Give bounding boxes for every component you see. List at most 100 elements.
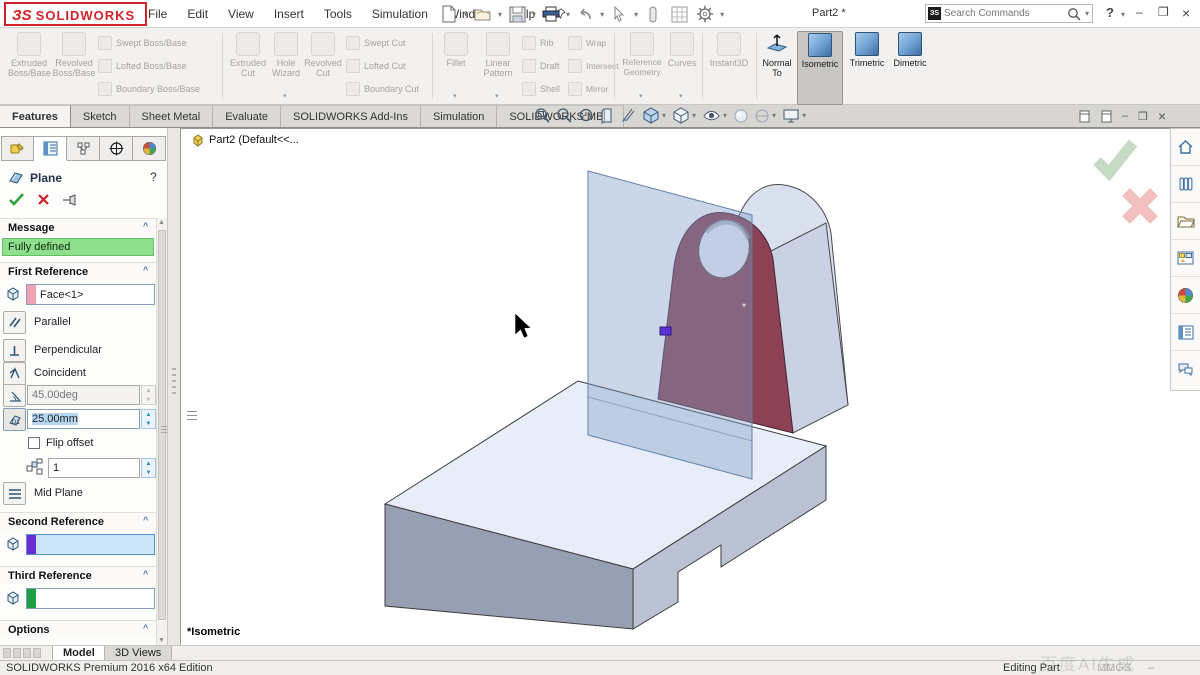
edit-appearance-icon[interactable] — [733, 108, 749, 124]
help-icon[interactable]: ? — [1106, 5, 1114, 20]
home-tab-icon[interactable] — [1171, 129, 1200, 166]
window-split-handle[interactable] — [13, 648, 21, 658]
reference-plane[interactable] — [588, 171, 752, 479]
rib-button[interactable]: Rib — [522, 32, 566, 54]
draft-button[interactable]: Draft — [522, 55, 566, 77]
cancel-button[interactable] — [37, 193, 50, 206]
window-restore-button[interactable]: ❐ — [1158, 5, 1169, 19]
sketch-entity-icon[interactable] — [641, 3, 665, 25]
apply-scene-icon[interactable]: ▾ — [754, 108, 777, 124]
view-dimetric-button[interactable]: Dimetric — [890, 31, 930, 103]
third-reference-selection-box[interactable] — [26, 588, 155, 609]
zoom-to-area-icon[interactable] — [556, 107, 573, 124]
search-input[interactable] — [944, 8, 1064, 19]
window-minimize-button[interactable]: – — [1136, 5, 1143, 19]
angle-button[interactable] — [3, 384, 26, 407]
previous-view-icon[interactable] — [578, 107, 595, 124]
lofted-boss-base-button[interactable]: Lofted Boss/Base — [98, 55, 220, 77]
panel-splitter[interactable] — [168, 128, 180, 645]
menu-file[interactable]: File — [138, 0, 177, 27]
options-header[interactable]: Options — [0, 620, 156, 638]
angle-field[interactable]: 45.00deg — [27, 385, 140, 405]
perpendicular-constraint-button[interactable] — [3, 339, 26, 362]
print-icon[interactable] — [539, 3, 563, 25]
collapse-first-ref-chevron[interactable]: ^ — [143, 265, 148, 275]
select-icon[interactable] — [607, 3, 631, 25]
search-scope-caret[interactable]: ▾ — [1085, 9, 1089, 18]
wrap-button[interactable]: Wrap — [568, 32, 612, 54]
solidworks-forum-icon[interactable] — [1171, 351, 1200, 388]
tab-sketch[interactable]: Sketch — [71, 105, 130, 127]
new-document-icon[interactable] — [437, 3, 461, 25]
collapse-options-chevron[interactable]: ^ — [143, 623, 148, 633]
collapse-second-ref-chevron[interactable]: ^ — [143, 515, 148, 525]
parallel-constraint-button[interactable] — [3, 311, 26, 334]
swept-boss-base-button[interactable]: Swept Boss/Base — [98, 32, 220, 54]
tab-sheet-metal[interactable]: Sheet Metal — [130, 105, 214, 127]
scroll-up-arrow[interactable]: ▲ — [158, 219, 165, 226]
3d-views-tab[interactable]: 3D Views — [104, 646, 172, 661]
help-caret[interactable]: ▾ — [1121, 10, 1125, 19]
boundary-cut-button[interactable]: Boundary Cut — [346, 78, 430, 100]
open-document-icon[interactable] — [471, 3, 495, 25]
instant3d-button[interactable]: Instant3D — [706, 31, 752, 103]
menu-tools[interactable]: Tools — [314, 0, 362, 27]
second-reference-header[interactable]: Second Reference — [0, 512, 156, 530]
collapse-third-ref-chevron[interactable]: ^ — [143, 569, 148, 579]
units-label[interactable]: MMGS — [1097, 662, 1131, 674]
doc-window-icon[interactable] — [1078, 110, 1090, 123]
window-close-button[interactable]: × — [1182, 5, 1190, 21]
dimxpert-manager-tab[interactable] — [100, 136, 133, 161]
swept-cut-button[interactable]: Swept Cut — [346, 32, 430, 54]
doc-minimize-button[interactable]: – — [1122, 110, 1128, 122]
search-magnifier-icon[interactable] — [1067, 7, 1081, 21]
coincident-constraint-button[interactable] — [3, 362, 26, 385]
first-reference-selection-box[interactable]: Face<1> — [26, 284, 155, 305]
keep-visible-pin-icon[interactable] — [62, 194, 78, 206]
appearances-scenes-icon[interactable] — [1171, 277, 1200, 314]
offset-distance-button[interactable]: D1 — [3, 408, 26, 431]
mid-plane-button[interactable] — [3, 482, 26, 505]
shell-button[interactable]: Shell — [522, 78, 566, 100]
second-reference-selection-box[interactable] — [26, 534, 155, 555]
intersect-button[interactable]: Intersect — [568, 55, 612, 77]
number-of-planes-spinner[interactable]: ▲▼ — [141, 458, 156, 478]
undo-icon[interactable] — [573, 3, 597, 25]
window-split-handle[interactable] — [33, 648, 41, 658]
menu-simulation[interactable]: Simulation — [362, 0, 438, 27]
tab-features[interactable]: Features — [0, 105, 71, 127]
pm-scrollbar[interactable]: ▲ ▼ — [156, 218, 167, 645]
extruded-boss-base-button[interactable]: Extruded Boss/Base — [8, 31, 50, 103]
scroll-down-arrow[interactable]: ▼ — [158, 637, 165, 644]
boundary-boss-base-button[interactable]: Boundary Boss/Base — [98, 78, 220, 100]
doc-close-button[interactable]: × — [1158, 108, 1166, 124]
doc-window-icon[interactable] — [1100, 110, 1112, 123]
tab-evaluate[interactable]: Evaluate — [213, 105, 281, 127]
window-split-handle[interactable] — [3, 648, 11, 658]
design-library-icon[interactable] — [1171, 166, 1200, 203]
custom-properties-icon[interactable] — [1171, 314, 1200, 351]
message-group-header[interactable]: Message — [0, 218, 156, 236]
doc-restore-button[interactable]: ❐ — [1138, 110, 1148, 123]
display-manager-tab[interactable] — [133, 136, 166, 161]
window-split-handle[interactable] — [23, 648, 31, 658]
evaluate-table-icon[interactable] — [667, 3, 691, 25]
collapse-message-chevron[interactable]: ^ — [143, 221, 148, 231]
offset-distance-field[interactable]: 25.00mm — [27, 409, 140, 429]
display-style-icon[interactable]: ▾ — [672, 107, 697, 124]
view-settings-icon[interactable]: ▾ — [782, 108, 807, 124]
panel-flyout-grip[interactable] — [187, 411, 197, 420]
zoom-to-fit-icon[interactable] — [534, 107, 551, 124]
offset-distance-spinner[interactable]: ▲▼ — [141, 409, 156, 429]
revolved-cut-button[interactable]: Revolved Cut — [304, 31, 342, 103]
hide-show-items-icon[interactable]: ▾ — [702, 108, 728, 123]
tab-simulation[interactable]: Simulation — [421, 105, 497, 127]
section-view-icon[interactable] — [600, 107, 615, 124]
view-orientation-icon[interactable]: ▾ — [642, 107, 667, 124]
model-tab[interactable]: Model — [52, 646, 106, 661]
angle-spinner[interactable]: ▲▼ — [141, 385, 156, 405]
normal-to-button[interactable]: Normal To — [760, 31, 794, 103]
pm-scrollbar-thumb[interactable] — [158, 230, 166, 620]
pm-help-icon[interactable]: ? — [150, 170, 157, 184]
search-commands-box[interactable]: ЗS ▾ — [925, 4, 1093, 23]
